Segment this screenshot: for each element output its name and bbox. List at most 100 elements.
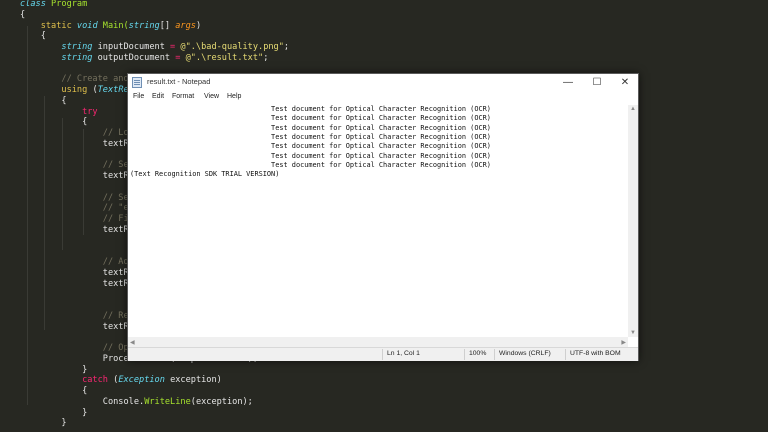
scroll-right-icon[interactable]: ▶	[621, 339, 626, 346]
code-line: // Set	[20, 160, 134, 171]
code-line: {	[20, 95, 67, 107]
scroll-up-icon[interactable]: ▲	[630, 106, 636, 112]
text-line: Test document for Optical Character Reco…	[130, 114, 491, 123]
code-token: {	[20, 9, 26, 20]
maximize-button[interactable]: ☐	[583, 74, 611, 91]
code-token: string	[20, 52, 98, 63]
code-line: {	[20, 117, 87, 128]
code-token: class	[20, 0, 46, 9]
notepad-window[interactable]: result.txt - Notepad — ☐ ✕ File Edit For…	[127, 73, 639, 361]
code-line: // Rec	[20, 311, 134, 322]
horizontal-scrollbar[interactable]: ◀ ▶	[128, 337, 628, 347]
code-line: {	[20, 10, 25, 21]
text-area[interactable]: Test document for Optical Character Reco…	[128, 105, 628, 337]
code-line: textRe	[20, 139, 134, 150]
code-token: Program	[45, 0, 88, 9]
status-divider	[382, 349, 383, 360]
cursor-position: Ln 1, Col 1	[387, 350, 420, 357]
code-token: using	[20, 85, 93, 95]
code-token: try	[20, 106, 98, 117]
code-line: textRe	[20, 171, 134, 182]
code-token: {	[20, 117, 88, 128]
text-line: Test document for Optical Character Reco…	[130, 160, 491, 169]
minimize-button[interactable]: —	[554, 74, 582, 91]
code-token: @".\result.txt"	[185, 52, 264, 63]
code-token: outputDocument	[97, 52, 176, 63]
code-token: @".\bad-quality.png"	[180, 42, 284, 52]
code-line: using (TextRec	[20, 85, 133, 96]
code-token: string	[128, 20, 160, 31]
text-line: Test document for Optical Character Reco…	[130, 142, 491, 151]
status-divider	[565, 349, 566, 360]
scroll-down-icon[interactable]: ▼	[630, 330, 636, 336]
code-line: {	[20, 386, 87, 397]
code-line: // Ope	[20, 343, 134, 354]
code-token: void	[76, 20, 103, 31]
code-token: {	[20, 95, 67, 106]
vertical-scrollbar[interactable]: ▲ ▼	[628, 105, 638, 337]
code-line: textRe	[20, 279, 134, 290]
code-token: // Rec	[20, 310, 134, 321]
code-line: class Program	[20, 0, 87, 10]
menu-view[interactable]: View	[204, 93, 219, 100]
code-token: =	[170, 42, 181, 52]
code-token: // Fir	[20, 214, 134, 224]
code-token: // Loa	[20, 128, 134, 138]
code-line: catch (Exception exception)	[20, 375, 222, 386]
code-token: WriteLine	[144, 396, 191, 407]
code-token: textRe	[20, 278, 134, 289]
code-line: // Create and	[20, 74, 129, 85]
zoom-level: 100%	[469, 350, 487, 357]
code-line: string inputDocument = @".\bad-quality.p…	[20, 42, 289, 53]
text-line: Test document for Optical Character Reco…	[130, 132, 491, 141]
code-line: // Loa	[20, 128, 134, 139]
text-line: Test document for Optical Character Reco…	[130, 123, 491, 132]
code-line: textRe	[20, 225, 134, 236]
code-line: Console.WriteLine(exception);	[20, 397, 253, 408]
status-divider	[494, 349, 495, 360]
code-token: // Set	[20, 160, 134, 171]
code-token: textRe	[20, 138, 134, 149]
code-token: // Create and	[20, 74, 129, 85]
menu-format[interactable]: Format	[172, 93, 194, 100]
code-token: Main(	[102, 20, 129, 31]
notepad-icon	[132, 77, 142, 88]
scroll-left-icon[interactable]: ◀	[130, 339, 135, 346]
menu-edit[interactable]: Edit	[152, 93, 164, 100]
code-token: ;	[283, 42, 290, 52]
text-line: Test document for Optical Character Reco…	[130, 105, 491, 113]
code-token: =	[175, 52, 186, 63]
code-token: // Add	[20, 257, 134, 267]
code-token: string	[20, 42, 98, 52]
code-line: }	[20, 408, 87, 419]
code-line: // Add	[20, 257, 134, 268]
text-line: (Text Recognition SDK TRIAL VERSION)	[130, 170, 280, 179]
code-token: )	[195, 20, 202, 31]
text-line: Test document for Optical Character Reco…	[130, 151, 491, 160]
code-token: }	[20, 407, 88, 418]
code-token: {	[20, 386, 88, 396]
code-token: exception)	[164, 375, 222, 386]
menu-bar: File Edit Format View Help	[128, 92, 638, 105]
code-line: {	[20, 31, 46, 42]
code-token: inputDocument	[97, 42, 171, 52]
code-token: }	[20, 364, 88, 375]
code-line: }	[20, 418, 66, 429]
code-token: (exception);	[190, 396, 253, 407]
code-line: textRe	[20, 268, 134, 279]
code-token: {	[20, 31, 46, 42]
code-token: // Ope	[20, 343, 134, 353]
menu-help[interactable]: Help	[227, 93, 241, 100]
code-token: Exception	[118, 375, 165, 386]
title-bar[interactable]: result.txt - Notepad — ☐ ✕	[128, 74, 638, 91]
code-token: catch	[20, 375, 114, 386]
code-token: []	[159, 20, 176, 31]
close-button[interactable]: ✕	[611, 74, 639, 91]
code-line: textRe	[20, 322, 134, 333]
code-token: textRe	[20, 224, 134, 235]
code-token: Console.	[20, 396, 145, 407]
menu-file[interactable]: File	[133, 93, 144, 100]
code-line: // Fir	[20, 214, 134, 225]
code-token: textRe	[20, 321, 134, 332]
encoding: UTF-8 with BOM	[570, 350, 621, 357]
